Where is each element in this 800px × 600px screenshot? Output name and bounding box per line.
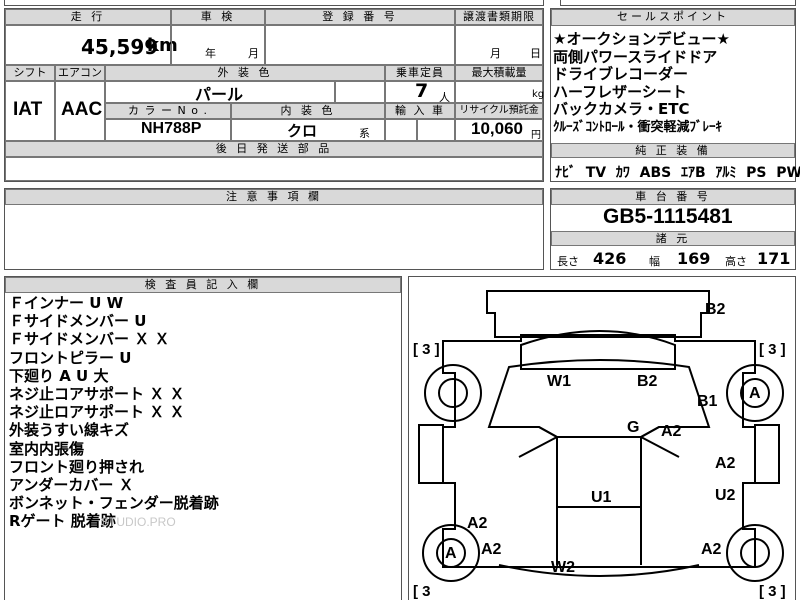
damage-g: G — [627, 419, 640, 436]
tire-count-front-left: [ 3 ] — [413, 341, 440, 358]
color-no-value: NH788P — [141, 120, 202, 137]
int-color-value: クロ — [287, 122, 318, 140]
sales-point-item: ｸﾙｰｽﾞｺﾝﾄﾛｰﾙ・衝突軽減ﾌﾞﾚｰｷ — [553, 119, 723, 135]
sales-point-list: ★オークションデビュー★ 両側パワースライドドア ドライブレコーダー ハーフレザ… — [553, 30, 730, 136]
inspector-note: フロントピラー U — [9, 348, 132, 367]
shift-value: IAT — [13, 99, 43, 120]
width-label: 幅 — [649, 255, 660, 268]
recycle-header: リサイクル預託金 — [455, 103, 543, 119]
inspector-note: Ｆサイドメンバー U — [9, 312, 147, 331]
max-load-unit: kg — [532, 89, 545, 100]
standard-equip-header: 純 正 装 備 — [551, 143, 795, 158]
inspector-note: ボンネット・フェンダー脱着跡 — [9, 494, 219, 513]
int-color-suffix: 系 — [359, 127, 370, 140]
import-cell-a — [385, 119, 417, 141]
caution-panel: 注 意 事 項 欄 — [4, 188, 544, 270]
import-header: 輸 入 車 — [385, 103, 455, 119]
ext-color-value: パール — [195, 85, 244, 104]
sales-point-item: ★オークションデビュー★ — [553, 30, 730, 48]
capacity-header: 乗車定員 — [385, 65, 455, 81]
top-strip-right — [560, 0, 796, 6]
ext-color-header: 外 装 色 — [105, 65, 385, 81]
damage-w2: W2 — [551, 559, 575, 576]
transfer-day-unit: 日 — [530, 47, 541, 60]
inspector-header: 検 査 員 記 入 欄 — [5, 277, 401, 293]
damage-a2-pillar: A2 — [661, 423, 682, 440]
shaken-header: 車 検 — [171, 9, 265, 25]
sales-point-panel: セールスポイント ★オークションデビュー★ 両側パワースライドドア ドライブレコ… — [550, 8, 800, 182]
int-color-header: 内 装 色 — [231, 103, 385, 119]
damage-u2: U2 — [715, 487, 736, 504]
later-parts-cell — [5, 157, 543, 181]
top-strip — [4, 0, 544, 6]
shaken-year-unit: 年 — [205, 47, 216, 60]
registration-cell — [265, 25, 455, 65]
inspector-note: Ｆインナー U W — [9, 294, 124, 312]
damage-b1: B1 — [697, 393, 718, 410]
max-load-cell — [455, 81, 543, 103]
recycle-value: 10,060 — [471, 119, 523, 138]
inspector-note: フロント廻り押され — [9, 457, 145, 476]
tire-count-rear-right: [ 3 ] — [759, 583, 786, 600]
transfer-month-unit: 月 — [490, 47, 501, 60]
inspector-panel: 検 査 員 記 入 欄 Ｆインナー U W Ｆサイドメンバー U Ｆサイドメンバ… — [4, 276, 402, 600]
registration-header: 登 録 番 号 — [265, 9, 455, 25]
sales-point-item: ハーフレザーシート — [553, 82, 687, 101]
car-outline-drawing — [418, 290, 784, 582]
width-value: 169 — [677, 249, 711, 268]
sales-point-header: セールスポイント — [551, 9, 795, 26]
height-value: 171 — [757, 249, 791, 268]
import-cell-b — [417, 119, 455, 141]
color-no-header: カ ラ ー N o . — [105, 103, 231, 119]
inspector-notes-list: Ｆインナー U W Ｆサイドメンバー U Ｆサイドメンバー Ｘ Ｘ フロントピラ… — [9, 294, 219, 531]
shift-header: シフト — [5, 65, 55, 81]
caution-header: 注 意 事 項 欄 — [5, 189, 543, 205]
damage-a2-right-rear: A2 — [701, 541, 722, 558]
inspector-note: ネジ止ロアサポート Ｘ Ｘ — [9, 403, 185, 422]
length-label: 長さ — [557, 255, 579, 268]
ext-color-sub-cell — [335, 81, 385, 103]
length-value: 426 — [593, 249, 627, 268]
inspector-note: 室内内張傷 — [9, 439, 85, 458]
sales-point-item: ドライブレコーダー — [553, 65, 689, 83]
inspector-note: アンダーカバー Ｘ — [9, 476, 134, 495]
damage-a-tire: A — [749, 385, 761, 402]
sales-point-item: 両側パワースライドドア — [553, 47, 718, 66]
tire-count-rear-left: [ 3 — [413, 583, 431, 600]
standard-equip-value: ﾅﾋﾞ TV ｶﾜ ABS ｴｱB ｱﾙﾐ PS PW — [555, 165, 800, 181]
transfer-deadline-header: 譲渡書類期限 — [455, 9, 543, 25]
inspector-note: 外装うすい線キズ — [9, 421, 130, 440]
vehicle-info-table: 走 行 車 検 登 録 番 号 譲渡書類期限 45,599 km 年 月 月 日… — [4, 8, 544, 182]
damage-b2-hood: B2 — [637, 373, 658, 390]
sales-point-item: バックカメラ・ETC — [553, 100, 690, 118]
chassis-no-header: 車 台 番 号 — [551, 189, 795, 205]
inspector-note: ネジ止コアサポート Ｘ Ｘ — [9, 385, 185, 404]
damage-w1: W1 — [547, 373, 571, 390]
chassis-panel: 車 台 番 号 GB5-1115481 諸 元 長さ 426 幅 169 高さ … — [550, 188, 796, 270]
recycle-unit: 円 — [531, 130, 541, 141]
mileage-header: 走 行 — [5, 9, 171, 25]
damage-a-rear-tire: A — [445, 545, 457, 562]
watermark: STUDIO.PRO — [101, 515, 176, 529]
inspector-note: 下廻り A U 大 — [9, 366, 109, 385]
inspector-note: Ｆサイドメンバー Ｘ Ｘ — [9, 330, 170, 349]
car-damage-diagram: [ 3 ] [ 3 ] [ 3 [ 3 ] B2 W1 B2 B1 A G A2… — [408, 276, 796, 600]
aircon-header: エアコン — [55, 65, 105, 81]
later-parts-header: 後 日 発 送 部 品 — [5, 141, 543, 157]
height-label: 高さ — [725, 255, 747, 268]
shaken-month-unit: 月 — [248, 47, 259, 60]
capacity-value: 7 — [415, 80, 429, 102]
damage-a2-left-rear: A2 — [481, 541, 502, 558]
max-load-header: 最大積載量 — [455, 65, 543, 81]
chassis-no-value: GB5-1115481 — [603, 205, 733, 228]
damage-a2-left-door: A2 — [467, 515, 488, 532]
damage-b2-bumper: B2 — [705, 301, 726, 318]
tire-count-front-right: [ 3 ] — [759, 341, 786, 358]
damage-a2-right-door: A2 — [715, 455, 736, 472]
specs-header: 諸 元 — [551, 231, 795, 246]
aircon-value: AAC — [61, 99, 103, 120]
damage-u1: U1 — [591, 489, 612, 506]
